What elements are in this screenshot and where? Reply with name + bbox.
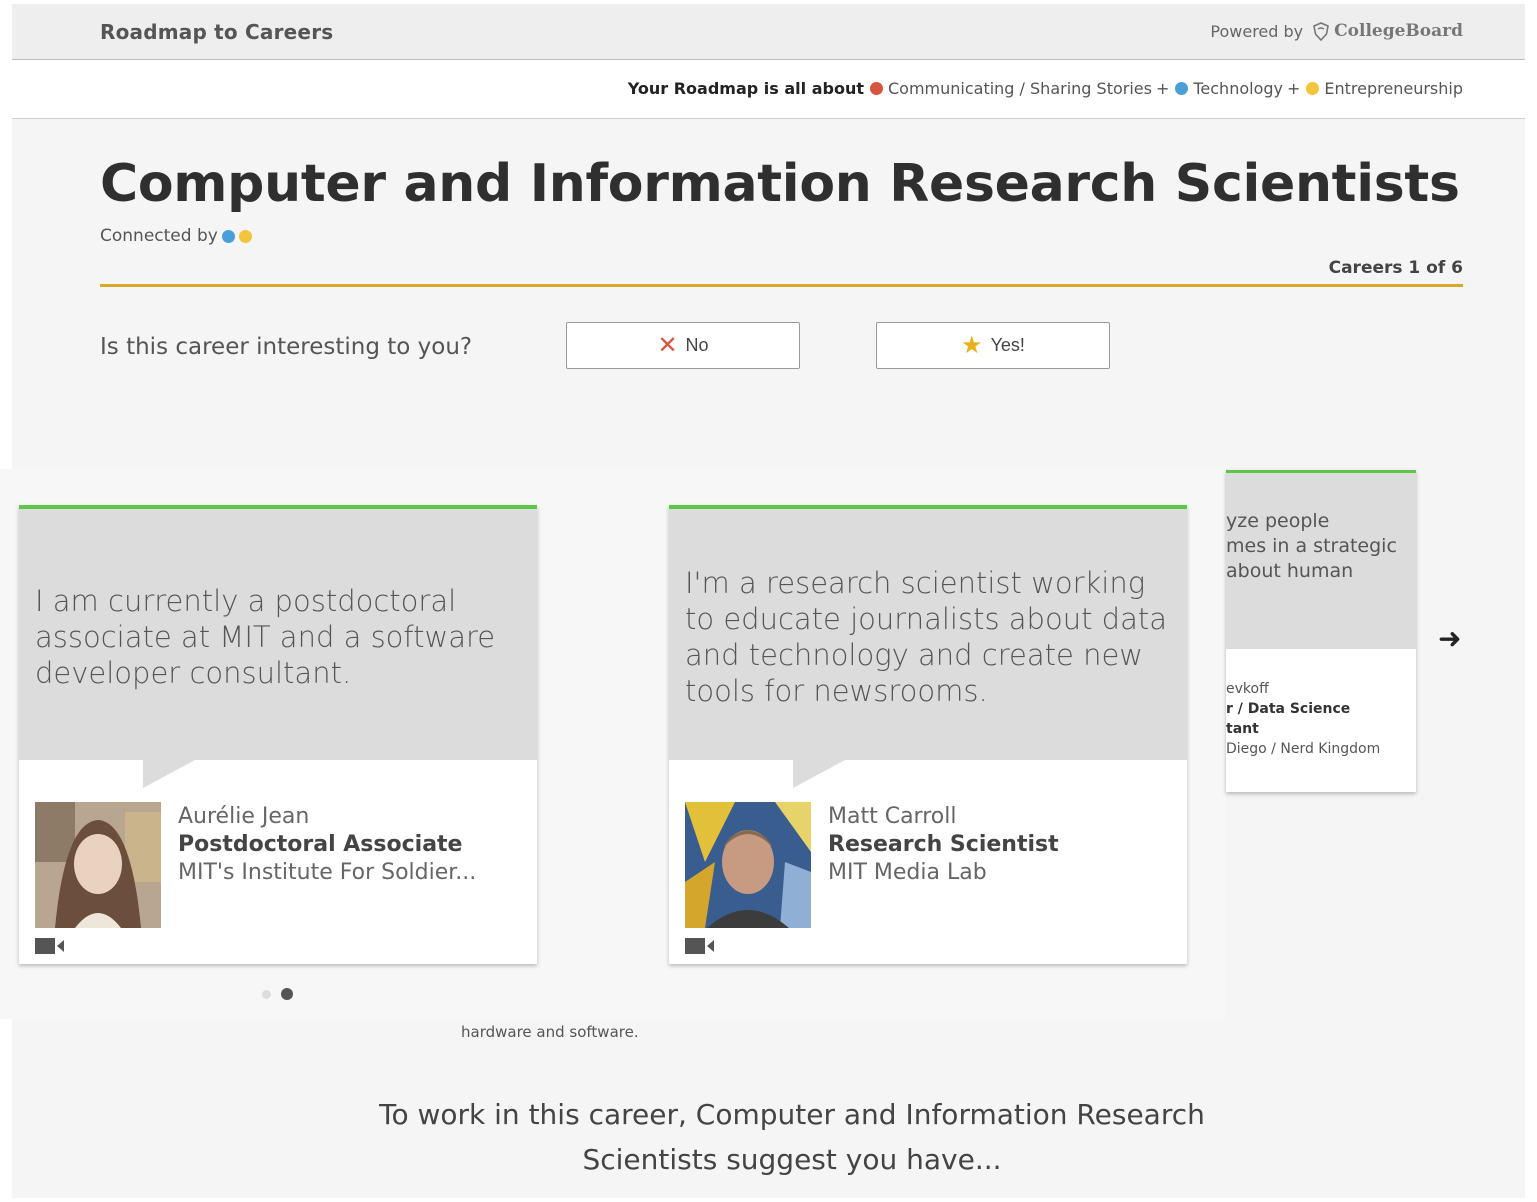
- suggest-heading: To work in this career, Computer and Inf…: [379, 1098, 1205, 1176]
- career-title: Computer and Information Research Scient…: [100, 154, 1460, 214]
- roadmap-strip: Your Roadmap is all about Communicating …: [12, 60, 1525, 119]
- powered-by-label: Powered by: [1210, 21, 1304, 41]
- connected-dot-technology: [221, 229, 235, 243]
- carousel-pager: [262, 988, 293, 1000]
- avatar[interactable]: [35, 802, 161, 928]
- quote-bubble-tail: [793, 760, 845, 788]
- pager-dot[interactable]: [262, 989, 271, 999]
- interest-dot-2: [1175, 82, 1189, 95]
- mentor-org: MIT's Institute For Soldier...: [178, 860, 477, 885]
- mentor-org: Diego / Nerd Kingdom: [1226, 741, 1381, 757]
- video-camera-icon[interactable]: [685, 937, 715, 955]
- mentor-card-partial[interactable]: yze people mes in a strategic about human …: [1226, 470, 1416, 792]
- roadmap-summary: Your Roadmap is all about Communicating …: [628, 79, 1463, 98]
- mentor-quote: I am currently a postdoctoral associate …: [35, 584, 496, 690]
- quote-line: yze people: [1226, 510, 1330, 532]
- interest-label-1: Communicating / Sharing Stories: [887, 79, 1152, 98]
- careers-count: Careers 1 of 6: [1328, 258, 1463, 278]
- mentor-role: Postdoctoral Associate: [178, 832, 463, 857]
- arrow-right-icon[interactable]: ➜: [1438, 622, 1461, 655]
- roadmap-lead: Your Roadmap is all about: [627, 79, 864, 98]
- no-button-label: No: [685, 335, 709, 355]
- interest-label-3: Entrepreneurship: [1324, 79, 1463, 98]
- interest-dot-1: [869, 82, 883, 95]
- mentor-info: evkoff r / Data Science tant Diego / Ner…: [1226, 679, 1380, 759]
- mentor-name: evkoff: [1226, 681, 1269, 697]
- quote-bubble-tail: [143, 760, 195, 788]
- collegeboard-logo[interactable]: CollegeBoard: [1311, 21, 1463, 41]
- quote-line: about human: [1226, 560, 1354, 582]
- mentor-info: Aurélie Jean Postdoctoral Associate MIT'…: [178, 803, 476, 887]
- career-description: hardware and software.: [461, 1023, 639, 1041]
- mentor-info: Matt Carroll Research Scientist MIT Medi…: [828, 803, 1059, 887]
- mentor-quote: I'm a research scientist working to educ…: [685, 566, 1167, 708]
- plus-separator: +: [1286, 79, 1301, 98]
- acorn-shield-icon: [1313, 22, 1330, 41]
- yes-button[interactable]: ★ Yes!: [876, 322, 1110, 369]
- top-bar: Roadmap to Careers Powered by CollegeBoa…: [12, 4, 1525, 60]
- powered-by: Powered by CollegeBoard: [1210, 21, 1463, 41]
- plus-separator: +: [1155, 79, 1170, 98]
- mentor-role: r / Data Science: [1226, 701, 1351, 717]
- no-button[interactable]: ✕ No: [566, 322, 800, 369]
- mentor-carousel: I am currently a postdoctoral associate …: [0, 469, 1225, 1019]
- close-icon: ✕: [657, 331, 678, 359]
- brand-title[interactable]: Roadmap to Careers: [100, 20, 333, 44]
- connected-dot-entrepreneurship: [238, 229, 252, 243]
- divider: [100, 284, 1463, 287]
- yes-button-label: Yes!: [990, 335, 1025, 355]
- mentor-card[interactable]: I am currently a postdoctoral associate …: [19, 505, 537, 964]
- star-icon: ★: [961, 331, 983, 359]
- mentor-role: Research Scientist: [828, 832, 1059, 857]
- mentor-role: tant: [1226, 721, 1259, 737]
- mentor-org: MIT Media Lab: [828, 860, 987, 885]
- video-camera-icon[interactable]: [35, 937, 65, 955]
- mentor-name: Matt Carroll: [828, 804, 957, 829]
- interest-question: Is this career interesting to you?: [100, 334, 473, 360]
- connected-by-label: Connected by: [100, 226, 218, 246]
- mentor-card[interactable]: I'm a research scientist working to educ…: [669, 505, 1187, 964]
- interest-label-2: Technology: [1193, 79, 1283, 98]
- avatar[interactable]: [685, 802, 811, 928]
- collegeboard-logo-text: CollegeBoard: [1334, 21, 1463, 41]
- connected-by: Connected by: [100, 226, 252, 246]
- mentor-name: Aurélie Jean: [178, 804, 310, 829]
- quote-line: mes in a strategic: [1226, 535, 1397, 557]
- interest-dot-3: [1306, 82, 1320, 95]
- pager-dot-active[interactable]: [281, 988, 293, 1000]
- mentor-quote-fragment: yze people mes in a strategic about human: [1226, 509, 1416, 584]
